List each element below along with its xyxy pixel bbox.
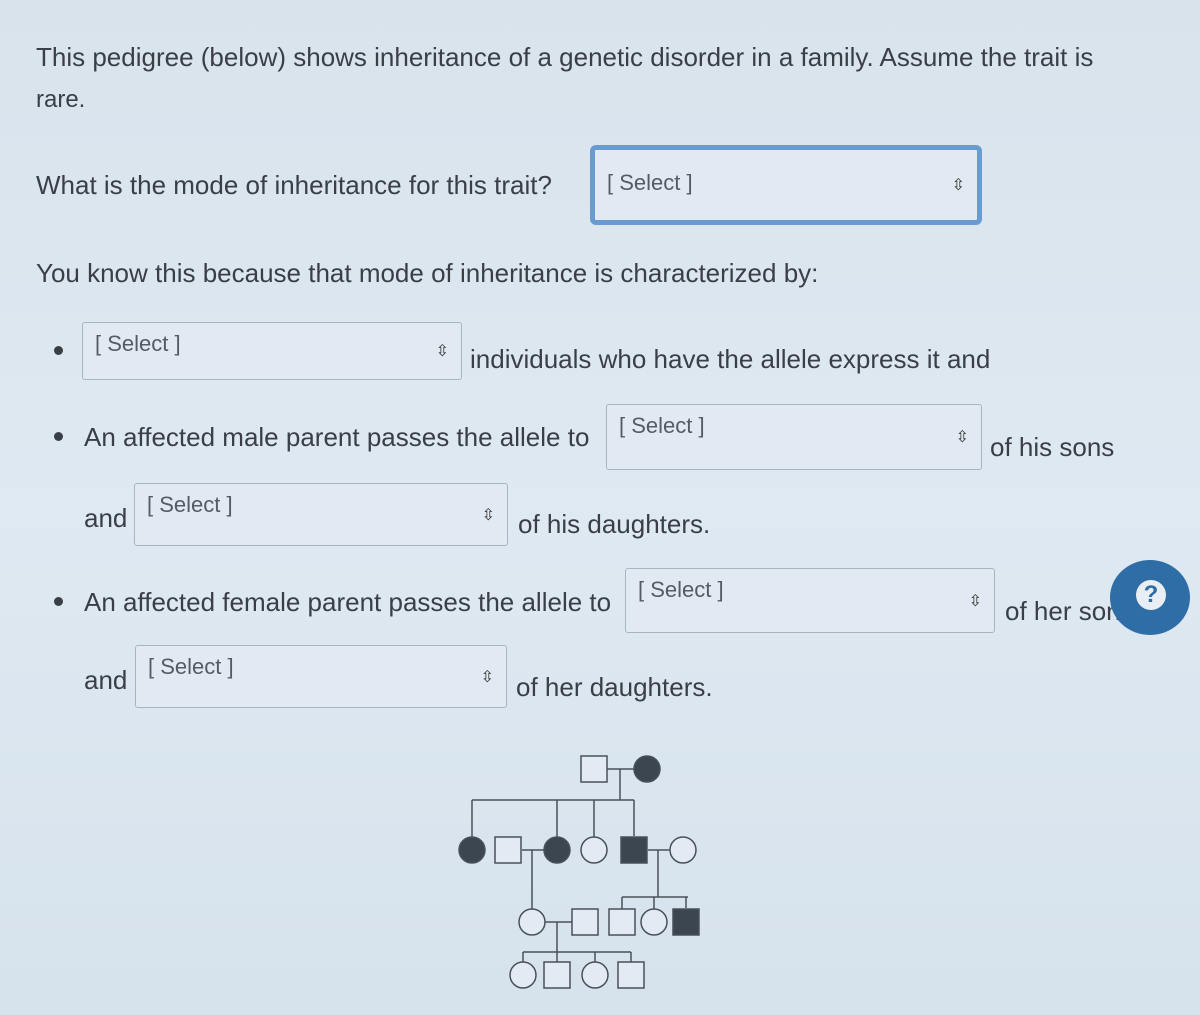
unaffected-female — [581, 961, 609, 989]
unaffected-male — [608, 908, 636, 936]
pedigree-chart — [458, 755, 700, 989]
affected-male — [620, 836, 648, 864]
affected-female — [633, 755, 661, 783]
affected-female — [543, 836, 571, 864]
unaffected-female — [669, 836, 697, 864]
affected-female — [458, 836, 486, 864]
affected-male — [672, 908, 700, 936]
unaffected-female — [518, 908, 546, 936]
unaffected-male — [617, 961, 645, 989]
unaffected-female — [509, 961, 537, 989]
unaffected-male — [494, 836, 522, 864]
unaffected-male — [580, 755, 608, 783]
unaffected-male — [571, 908, 599, 936]
unaffected-female — [580, 836, 608, 864]
unaffected-female — [640, 908, 668, 936]
unaffected-male — [543, 961, 571, 989]
